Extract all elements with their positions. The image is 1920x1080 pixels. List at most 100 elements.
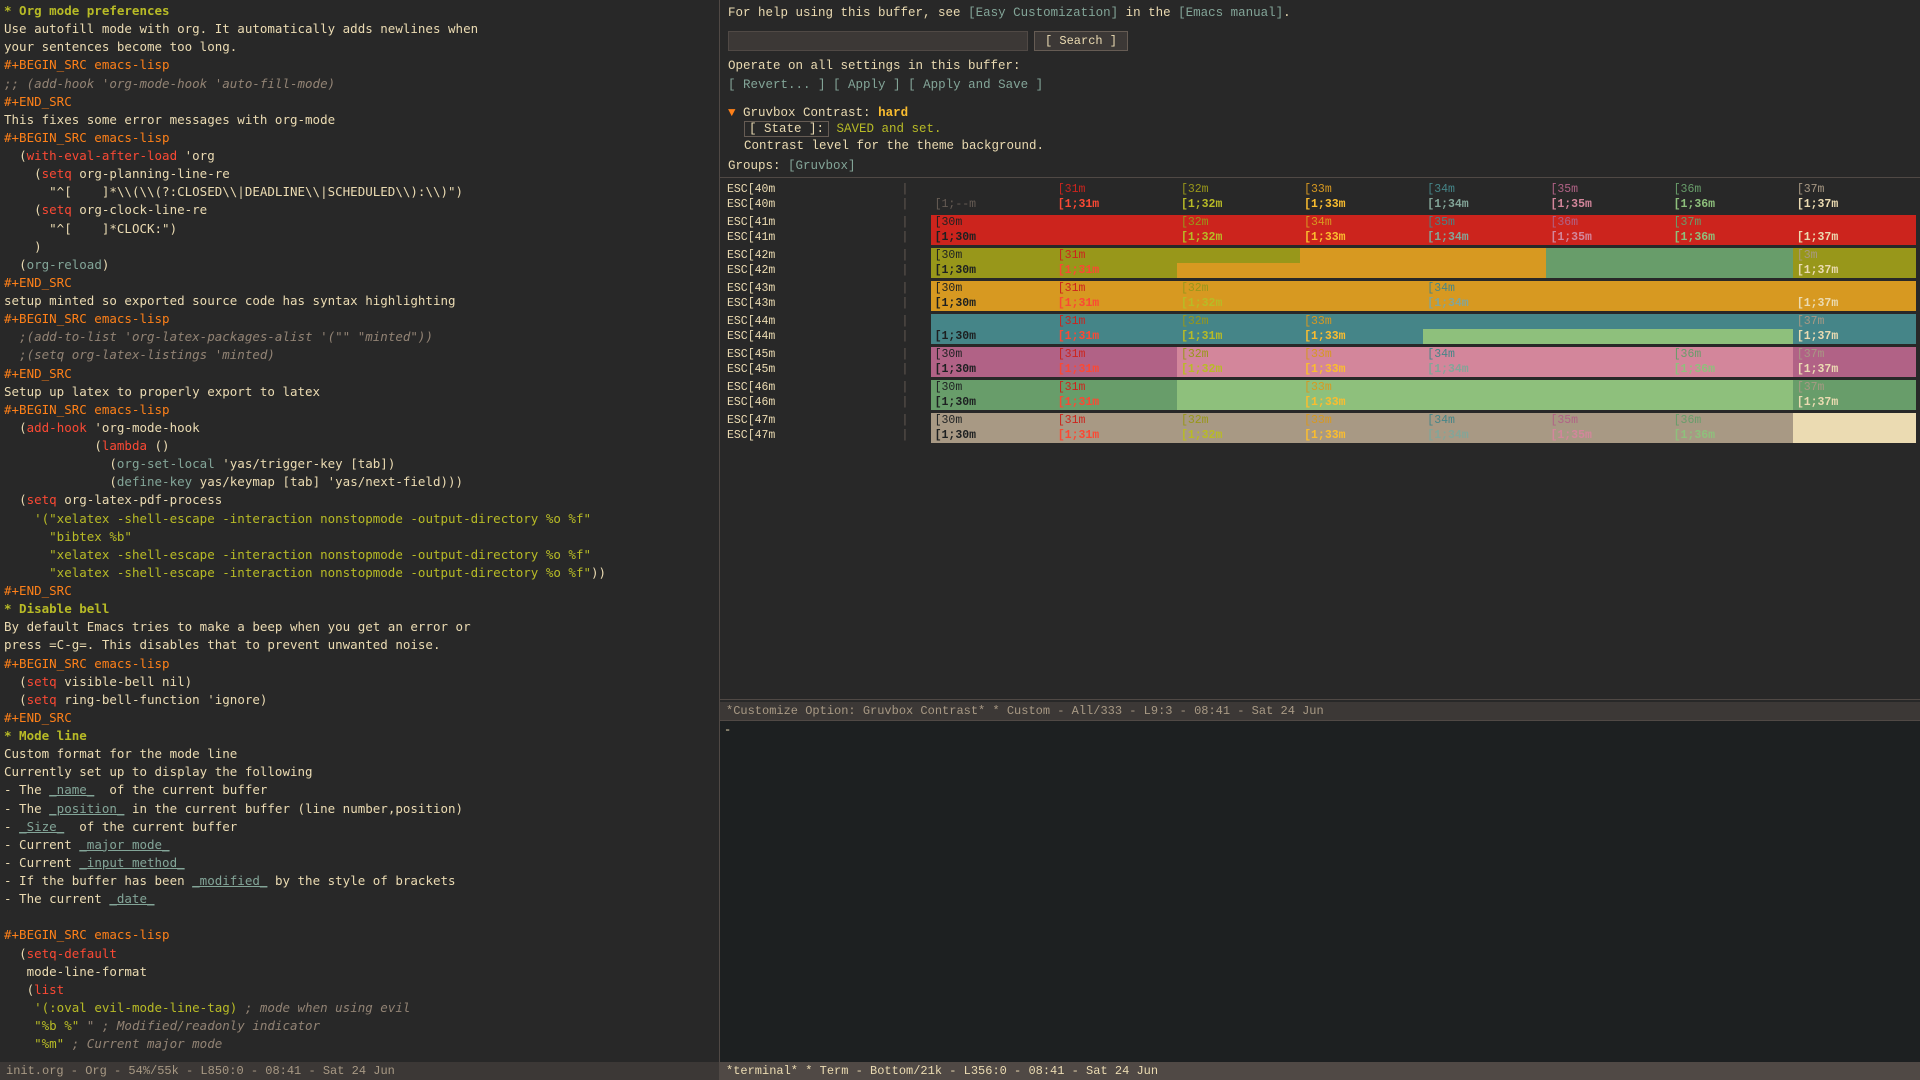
color-cell: [1;30m bbox=[931, 263, 1054, 278]
in-text: in the bbox=[1126, 6, 1171, 20]
table-row: ESC[45m | [30m [31m [32m [33m [34m [36m … bbox=[724, 347, 1916, 362]
color-cell bbox=[1423, 314, 1546, 329]
table-row: ESC[41m | [30m [32m [34m [35m [36m [37m bbox=[724, 215, 1916, 230]
table-row: ESC[47m | [30m [31m [32m [33m [34m [35m … bbox=[724, 413, 1916, 428]
groups-label: Groups: bbox=[728, 159, 781, 173]
esc-label: ESC[43m bbox=[724, 281, 898, 296]
search-bar: [ Search ] bbox=[720, 27, 1920, 55]
esc-label: ESC[43m bbox=[724, 296, 898, 311]
color-cell: [1;31m bbox=[1054, 428, 1177, 443]
color-cell bbox=[1546, 362, 1669, 377]
color-cell: [1;31m bbox=[1177, 329, 1300, 344]
esc-label: ESC[47m bbox=[724, 413, 898, 428]
color-cell: [1;33m bbox=[1300, 230, 1423, 245]
color-cell: [1;32m bbox=[1177, 428, 1300, 443]
color-cell: [32m bbox=[1177, 215, 1300, 230]
color-table-area: ESC[40m | [31m [32m [33m [34m [35m [36m … bbox=[720, 180, 1920, 697]
color-cell bbox=[1546, 281, 1669, 296]
color-cell: [1;32m bbox=[1177, 296, 1300, 311]
color-cell bbox=[1177, 380, 1300, 395]
color-cell: [32m bbox=[1177, 182, 1300, 197]
color-cell bbox=[1793, 428, 1916, 443]
color-cell: [1;31m bbox=[1054, 296, 1177, 311]
color-cell bbox=[1423, 329, 1546, 344]
table-row: ESC[46m | [30m [31m [33m [37m bbox=[724, 380, 1916, 395]
color-cell: [32m bbox=[1177, 347, 1300, 362]
esc-label: ESC[42m bbox=[724, 263, 898, 278]
color-cell: [1;31m bbox=[1054, 395, 1177, 410]
color-cell: [1;30m bbox=[931, 428, 1054, 443]
color-cell bbox=[1670, 248, 1793, 263]
groups-link[interactable]: [Gruvbox] bbox=[788, 159, 856, 173]
color-cell bbox=[1054, 215, 1177, 230]
color-cell: [31m bbox=[1054, 380, 1177, 395]
color-cell: [36m bbox=[1546, 215, 1669, 230]
state-label[interactable]: [ State ]: bbox=[744, 121, 829, 137]
color-cell bbox=[1546, 395, 1669, 410]
esc-label: ESC[46m bbox=[724, 380, 898, 395]
color-cell: [37m bbox=[1793, 182, 1916, 197]
color-cell: [1;30m bbox=[931, 296, 1054, 311]
color-cell bbox=[1670, 281, 1793, 296]
color-cell: [1;32m bbox=[1177, 362, 1300, 377]
setting-value: hard bbox=[878, 106, 908, 120]
right-status-text: *Customize Option: Gruvbox Contrast* * C… bbox=[726, 704, 1324, 718]
color-cell: [1;37m bbox=[1793, 296, 1916, 311]
color-cell: [31m bbox=[1054, 248, 1177, 263]
color-cell: [32m bbox=[1177, 314, 1300, 329]
color-cell: [1;32m bbox=[1177, 197, 1300, 212]
search-button[interactable]: [ Search ] bbox=[1034, 31, 1128, 51]
table-row: ESC[41m | [1;30m [1;32m [1;33m [1;34m [1… bbox=[724, 230, 1916, 245]
color-cell: [1;31m bbox=[1054, 362, 1177, 377]
esc-label: ESC[40m bbox=[724, 197, 898, 212]
operate-text: Operate on all settings in this buffer: bbox=[728, 59, 1021, 73]
setting-name: Gruvbox Contrast: bbox=[743, 106, 871, 120]
color-cell bbox=[1793, 215, 1916, 230]
table-row: ESC[40m | [1;--m [1;31m [1;32m [1;33m [1… bbox=[724, 197, 1916, 212]
apply-button[interactable]: [ Apply ] bbox=[833, 78, 901, 92]
main-area: * Org mode preferences Use autofill mode… bbox=[0, 0, 1920, 1080]
esc-label: ESC[40m bbox=[724, 182, 898, 197]
color-cell: [1;37m bbox=[1793, 230, 1916, 245]
left-panel: * Org mode preferences Use autofill mode… bbox=[0, 0, 720, 1080]
left-status-text: init.org - Org - 54%/55k - L850:0 - 08:4… bbox=[6, 1064, 395, 1078]
color-cell: [1;35m bbox=[1546, 230, 1669, 245]
color-cell: [30m bbox=[931, 413, 1054, 428]
color-cell bbox=[1670, 263, 1793, 278]
color-cell: [1;36m bbox=[1670, 230, 1793, 245]
color-cell: [31m bbox=[1054, 314, 1177, 329]
state-value: SAVED and set. bbox=[837, 122, 942, 136]
revert-button[interactable]: [ Revert... ] bbox=[728, 78, 826, 92]
easy-customization-link[interactable]: [Easy Customization] bbox=[968, 6, 1118, 20]
color-cell: [1;33m bbox=[1300, 428, 1423, 443]
color-cell: [1;30m bbox=[931, 230, 1054, 245]
color-cell: [1;37m bbox=[1793, 329, 1916, 344]
color-cell: [35m bbox=[1546, 182, 1669, 197]
terminal-content: - bbox=[720, 721, 1920, 1062]
color-cell: [3m bbox=[1793, 248, 1916, 263]
color-cell: [34m bbox=[1423, 182, 1546, 197]
color-cell bbox=[1423, 380, 1546, 395]
left-content: * Org mode preferences Use autofill mode… bbox=[0, 0, 719, 1062]
table-row: ESC[42m | [30m [31m [3m bbox=[724, 248, 1916, 263]
right-statusbar: *Customize Option: Gruvbox Contrast* * C… bbox=[720, 702, 1920, 720]
table-row: ESC[40m | [31m [32m [33m [34m [35m [36m … bbox=[724, 182, 1916, 197]
color-cell: [36m bbox=[1670, 413, 1793, 428]
color-cell: [1;37m bbox=[1793, 362, 1916, 377]
color-cell: [1;36m bbox=[1670, 428, 1793, 443]
color-cell bbox=[1546, 296, 1669, 311]
color-cell bbox=[1793, 413, 1916, 428]
esc-label: ESC[41m bbox=[724, 215, 898, 230]
search-input[interactable] bbox=[728, 31, 1028, 51]
color-cell: [34m bbox=[1300, 215, 1423, 230]
table-row: ESC[45m | [1;30m [1;31m [1;32m [1;33m [1… bbox=[724, 362, 1916, 377]
color-cell bbox=[1054, 230, 1177, 245]
color-cell: [1;33m bbox=[1300, 329, 1423, 344]
separator-bottom bbox=[720, 699, 1920, 700]
color-cell: [30m bbox=[931, 248, 1054, 263]
apply-save-button[interactable]: [ Apply and Save ] bbox=[908, 78, 1043, 92]
setting-description: Contrast level for the theme background. bbox=[728, 139, 1912, 153]
emacs-manual-link[interactable]: [Emacs manual] bbox=[1178, 6, 1283, 20]
color-cell: [1;30m bbox=[931, 362, 1054, 377]
setting-toggle[interactable]: ▼ bbox=[728, 106, 736, 120]
